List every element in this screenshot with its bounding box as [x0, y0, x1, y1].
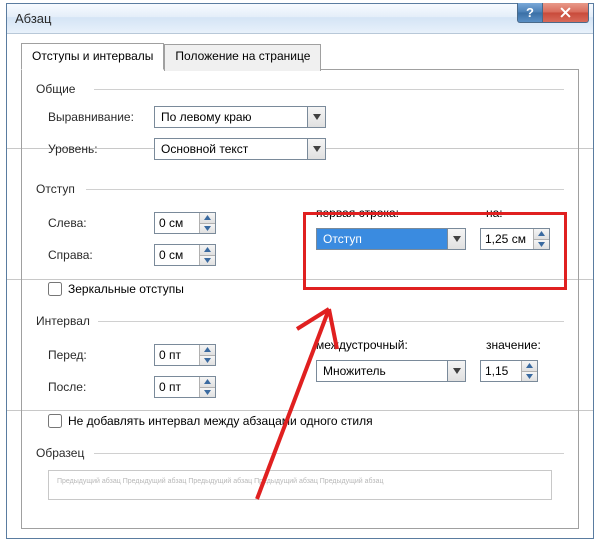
chevron-down-icon[interactable] — [307, 139, 325, 159]
linespacing-combo[interactable]: Множитель — [316, 360, 466, 382]
before-label: Перед: — [48, 348, 154, 362]
group-sample-title: Образец — [36, 446, 564, 460]
after-input[interactable] — [155, 377, 199, 397]
spin-down-icon[interactable] — [522, 372, 537, 382]
group-interval-title: Интервал — [36, 314, 564, 328]
by-label: на: — [486, 206, 503, 220]
before-input[interactable] — [155, 345, 199, 365]
spin-up-icon[interactable] — [200, 377, 215, 388]
indent-left-input[interactable] — [155, 213, 199, 233]
spin-down-icon[interactable] — [534, 240, 549, 250]
level-value: Основной текст — [155, 139, 307, 159]
group-indent-title: Отступ — [36, 182, 564, 196]
spin-down-icon[interactable] — [200, 388, 215, 398]
indent-right-label: Справа: — [48, 248, 154, 262]
value-spinner[interactable] — [480, 360, 538, 382]
chevron-down-icon[interactable] — [307, 107, 325, 127]
by-spinner[interactable] — [480, 228, 550, 250]
alignment-value: По левому краю — [155, 107, 307, 127]
indent-right-input[interactable] — [155, 245, 199, 265]
spin-up-icon[interactable] — [200, 245, 215, 256]
sample-text: Предыдущий абзац Предыдущий абзац Предыд… — [57, 478, 384, 485]
tab-page-position[interactable]: Положение на странице — [164, 44, 321, 71]
level-combo[interactable]: Основной текст — [154, 138, 326, 160]
noadd-label: Не добавлять интервал между абзацами одн… — [68, 414, 373, 428]
spin-up-icon[interactable] — [200, 213, 215, 224]
before-spinner[interactable] — [154, 344, 216, 366]
close-button[interactable] — [543, 3, 589, 23]
indent-right-spinner[interactable] — [154, 244, 216, 266]
mirror-indents-checkbox[interactable] — [48, 282, 62, 296]
dialog-window: Абзац ? Отступы и интервалы Положение на… — [6, 3, 594, 539]
firstline-combo[interactable]: Отступ — [316, 228, 466, 250]
mirror-indents-label: Зеркальные отступы — [68, 282, 184, 296]
firstline-label: первая строка: — [316, 206, 486, 220]
spin-down-icon[interactable] — [200, 256, 215, 266]
linespacing-value: Множитель — [317, 361, 447, 381]
value-label: значение: — [486, 338, 541, 352]
level-label: Уровень: — [48, 142, 154, 156]
after-label: После: — [48, 380, 154, 394]
tab-indents-spacing[interactable]: Отступы и интервалы — [21, 43, 164, 70]
after-spinner[interactable] — [154, 376, 216, 398]
linespacing-label: междустрочный: — [316, 338, 486, 352]
chevron-down-icon[interactable] — [447, 361, 465, 381]
spin-down-icon[interactable] — [200, 224, 215, 234]
value-input[interactable] — [481, 361, 521, 381]
tab-panel: Общие Выравнивание: По левому краю Урове… — [21, 69, 579, 529]
alignment-combo[interactable]: По левому краю — [154, 106, 326, 128]
sample-preview: Предыдущий абзац Предыдущий абзац Предыд… — [48, 470, 552, 500]
noadd-checkbox[interactable] — [48, 414, 62, 428]
titlebar[interactable]: Абзац ? — [7, 4, 593, 34]
spin-up-icon[interactable] — [522, 361, 537, 372]
spin-up-icon[interactable] — [200, 345, 215, 356]
indent-left-spinner[interactable] — [154, 212, 216, 234]
group-general-title: Общие — [36, 82, 564, 96]
help-button[interactable]: ? — [517, 3, 543, 23]
spin-up-icon[interactable] — [534, 229, 549, 240]
firstline-value: Отступ — [317, 229, 447, 249]
spin-down-icon[interactable] — [200, 356, 215, 366]
titlebar-title: Абзац — [15, 11, 51, 26]
alignment-label: Выравнивание: — [48, 110, 154, 124]
indent-left-label: Слева: — [48, 216, 154, 230]
by-input[interactable] — [481, 229, 533, 249]
chevron-down-icon[interactable] — [447, 229, 465, 249]
